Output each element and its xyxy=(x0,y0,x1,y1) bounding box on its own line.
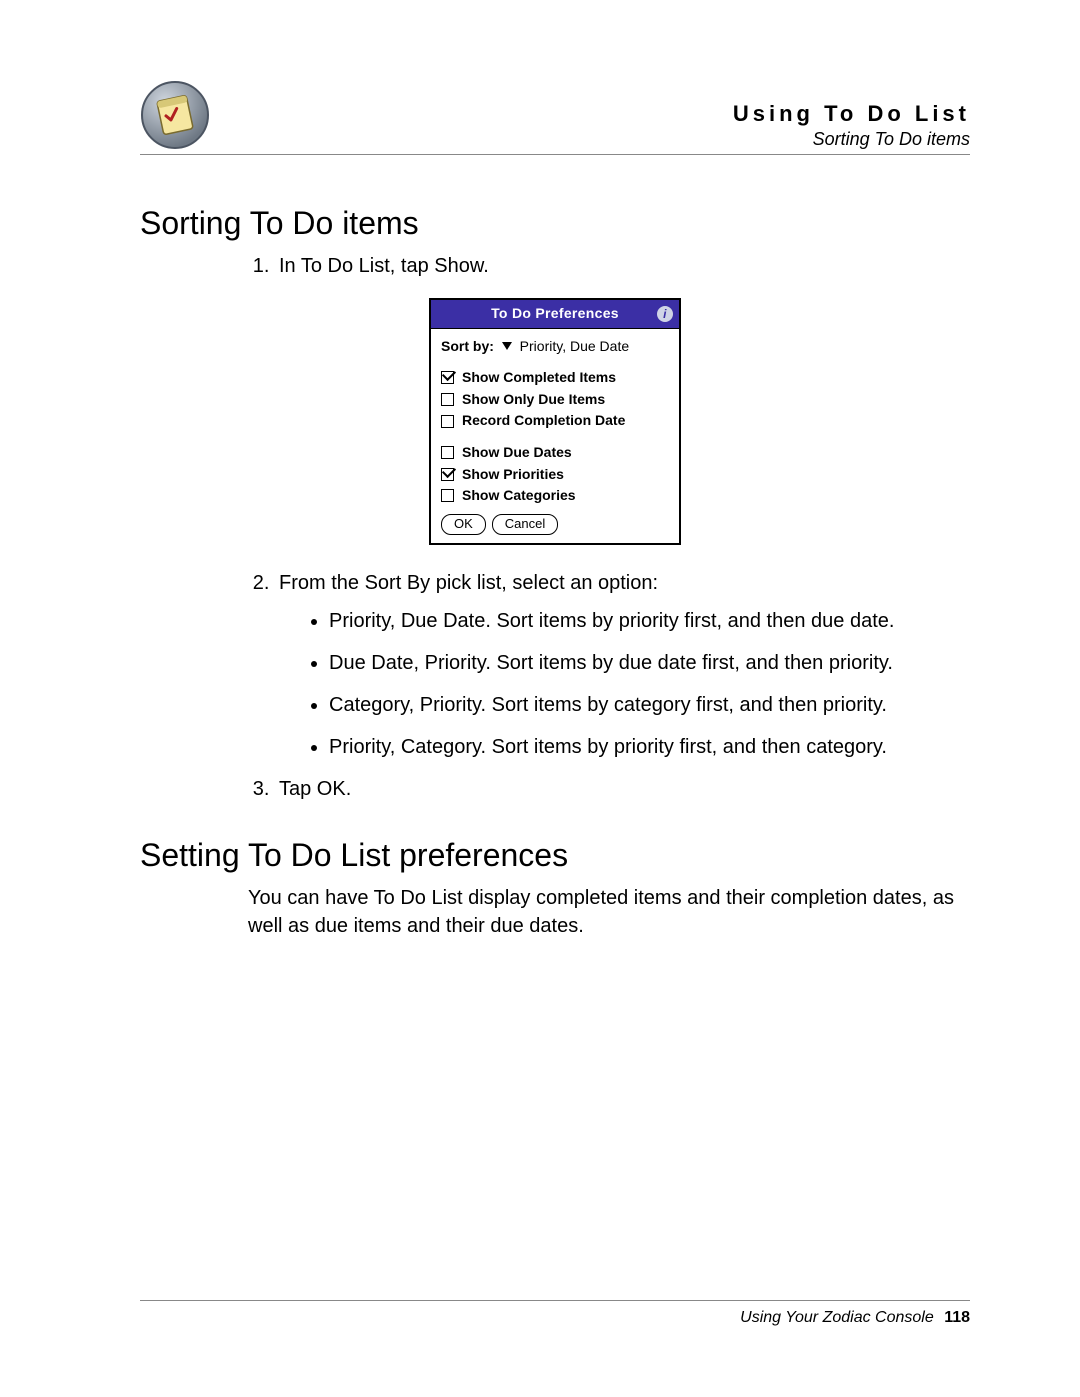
sort-by-label: Sort by: xyxy=(441,338,494,354)
dialog-title: To Do Preferences xyxy=(491,304,619,324)
section-heading-preferences: Setting To Do List preferences xyxy=(140,837,970,874)
sort-by-row: Sort by: Priority, Due Date xyxy=(441,337,669,357)
checkbox-icon[interactable] xyxy=(441,446,454,459)
todo-chapter-icon xyxy=(140,80,210,150)
chapter-title: Using To Do List xyxy=(230,101,970,127)
header-text: Using To Do List Sorting To Do items xyxy=(230,101,970,150)
section-body: In To Do List, tap Show. To Do Preferenc… xyxy=(140,252,970,803)
sort-options-list: Priority, Due Date. Sort items by priori… xyxy=(279,607,970,761)
checkbox-icon[interactable] xyxy=(441,371,454,384)
sort-by-value[interactable]: Priority, Due Date xyxy=(520,338,629,354)
prefs-description: You can have To Do List display complete… xyxy=(248,884,970,940)
checkbox-icon[interactable] xyxy=(441,393,454,406)
check-label: Show Categories xyxy=(462,486,576,506)
check-label: Show Due Dates xyxy=(462,443,572,463)
steps-list-cont: From the Sort By pick list, select an op… xyxy=(140,569,970,803)
footer-text: Using Your Zodiac Console xyxy=(740,1309,934,1326)
dialog-body: Sort by: Priority, Due Date Show Complet… xyxy=(431,329,679,543)
todo-preferences-dialog: To Do Preferences i Sort by: Priority, D… xyxy=(429,298,681,545)
option-duedate-priority: Due Date, Priority. Sort items by due da… xyxy=(329,649,970,677)
checkbox-icon[interactable] xyxy=(441,415,454,428)
check-show-priorities[interactable]: Show Priorities xyxy=(441,465,669,485)
option-category-priority: Category, Priority. Sort items by catego… xyxy=(329,691,970,719)
page-footer: Using Your Zodiac Console 118 xyxy=(140,1300,970,1327)
option-priority-duedate: Priority, Due Date. Sort items by priori… xyxy=(329,607,970,635)
check-label: Show Priorities xyxy=(462,465,564,485)
checkbox-icon[interactable] xyxy=(441,468,454,481)
header-section-title: Sorting To Do items xyxy=(230,129,970,150)
page-number: 118 xyxy=(944,1309,970,1326)
check-show-completed[interactable]: Show Completed Items xyxy=(441,368,669,388)
check-label: Show Completed Items xyxy=(462,368,616,388)
step-1: In To Do List, tap Show. xyxy=(275,252,970,280)
option-priority-category: Priority, Category. Sort items by priori… xyxy=(329,733,970,761)
dropdown-icon[interactable] xyxy=(502,342,512,350)
page: Using To Do List Sorting To Do items Sor… xyxy=(0,0,1080,1397)
check-show-due-dates[interactable]: Show Due Dates xyxy=(441,443,669,463)
cancel-button[interactable]: Cancel xyxy=(492,514,558,535)
check-record-completion-date[interactable]: Record Completion Date xyxy=(441,411,669,431)
check-label: Show Only Due Items xyxy=(462,390,605,410)
check-show-only-due[interactable]: Show Only Due Items xyxy=(441,390,669,410)
check-label: Record Completion Date xyxy=(462,411,625,431)
dialog-titlebar: To Do Preferences i xyxy=(431,300,679,329)
ok-button[interactable]: OK xyxy=(441,514,486,535)
dialog-buttons: OK Cancel xyxy=(441,514,669,535)
check-show-categories[interactable]: Show Categories xyxy=(441,486,669,506)
checkbox-icon[interactable] xyxy=(441,489,454,502)
info-icon[interactable]: i xyxy=(657,306,673,322)
step-2-intro: From the Sort By pick list, select an op… xyxy=(279,572,658,594)
section2-body: You can have To Do List display complete… xyxy=(140,884,970,940)
steps-list: In To Do List, tap Show. xyxy=(140,252,970,280)
page-header: Using To Do List Sorting To Do items xyxy=(140,80,970,155)
figure-container: To Do Preferences i Sort by: Priority, D… xyxy=(140,298,970,545)
step-3: Tap OK. xyxy=(275,775,970,803)
section-heading-sorting: Sorting To Do items xyxy=(140,205,970,242)
step-2: From the Sort By pick list, select an op… xyxy=(275,569,970,761)
